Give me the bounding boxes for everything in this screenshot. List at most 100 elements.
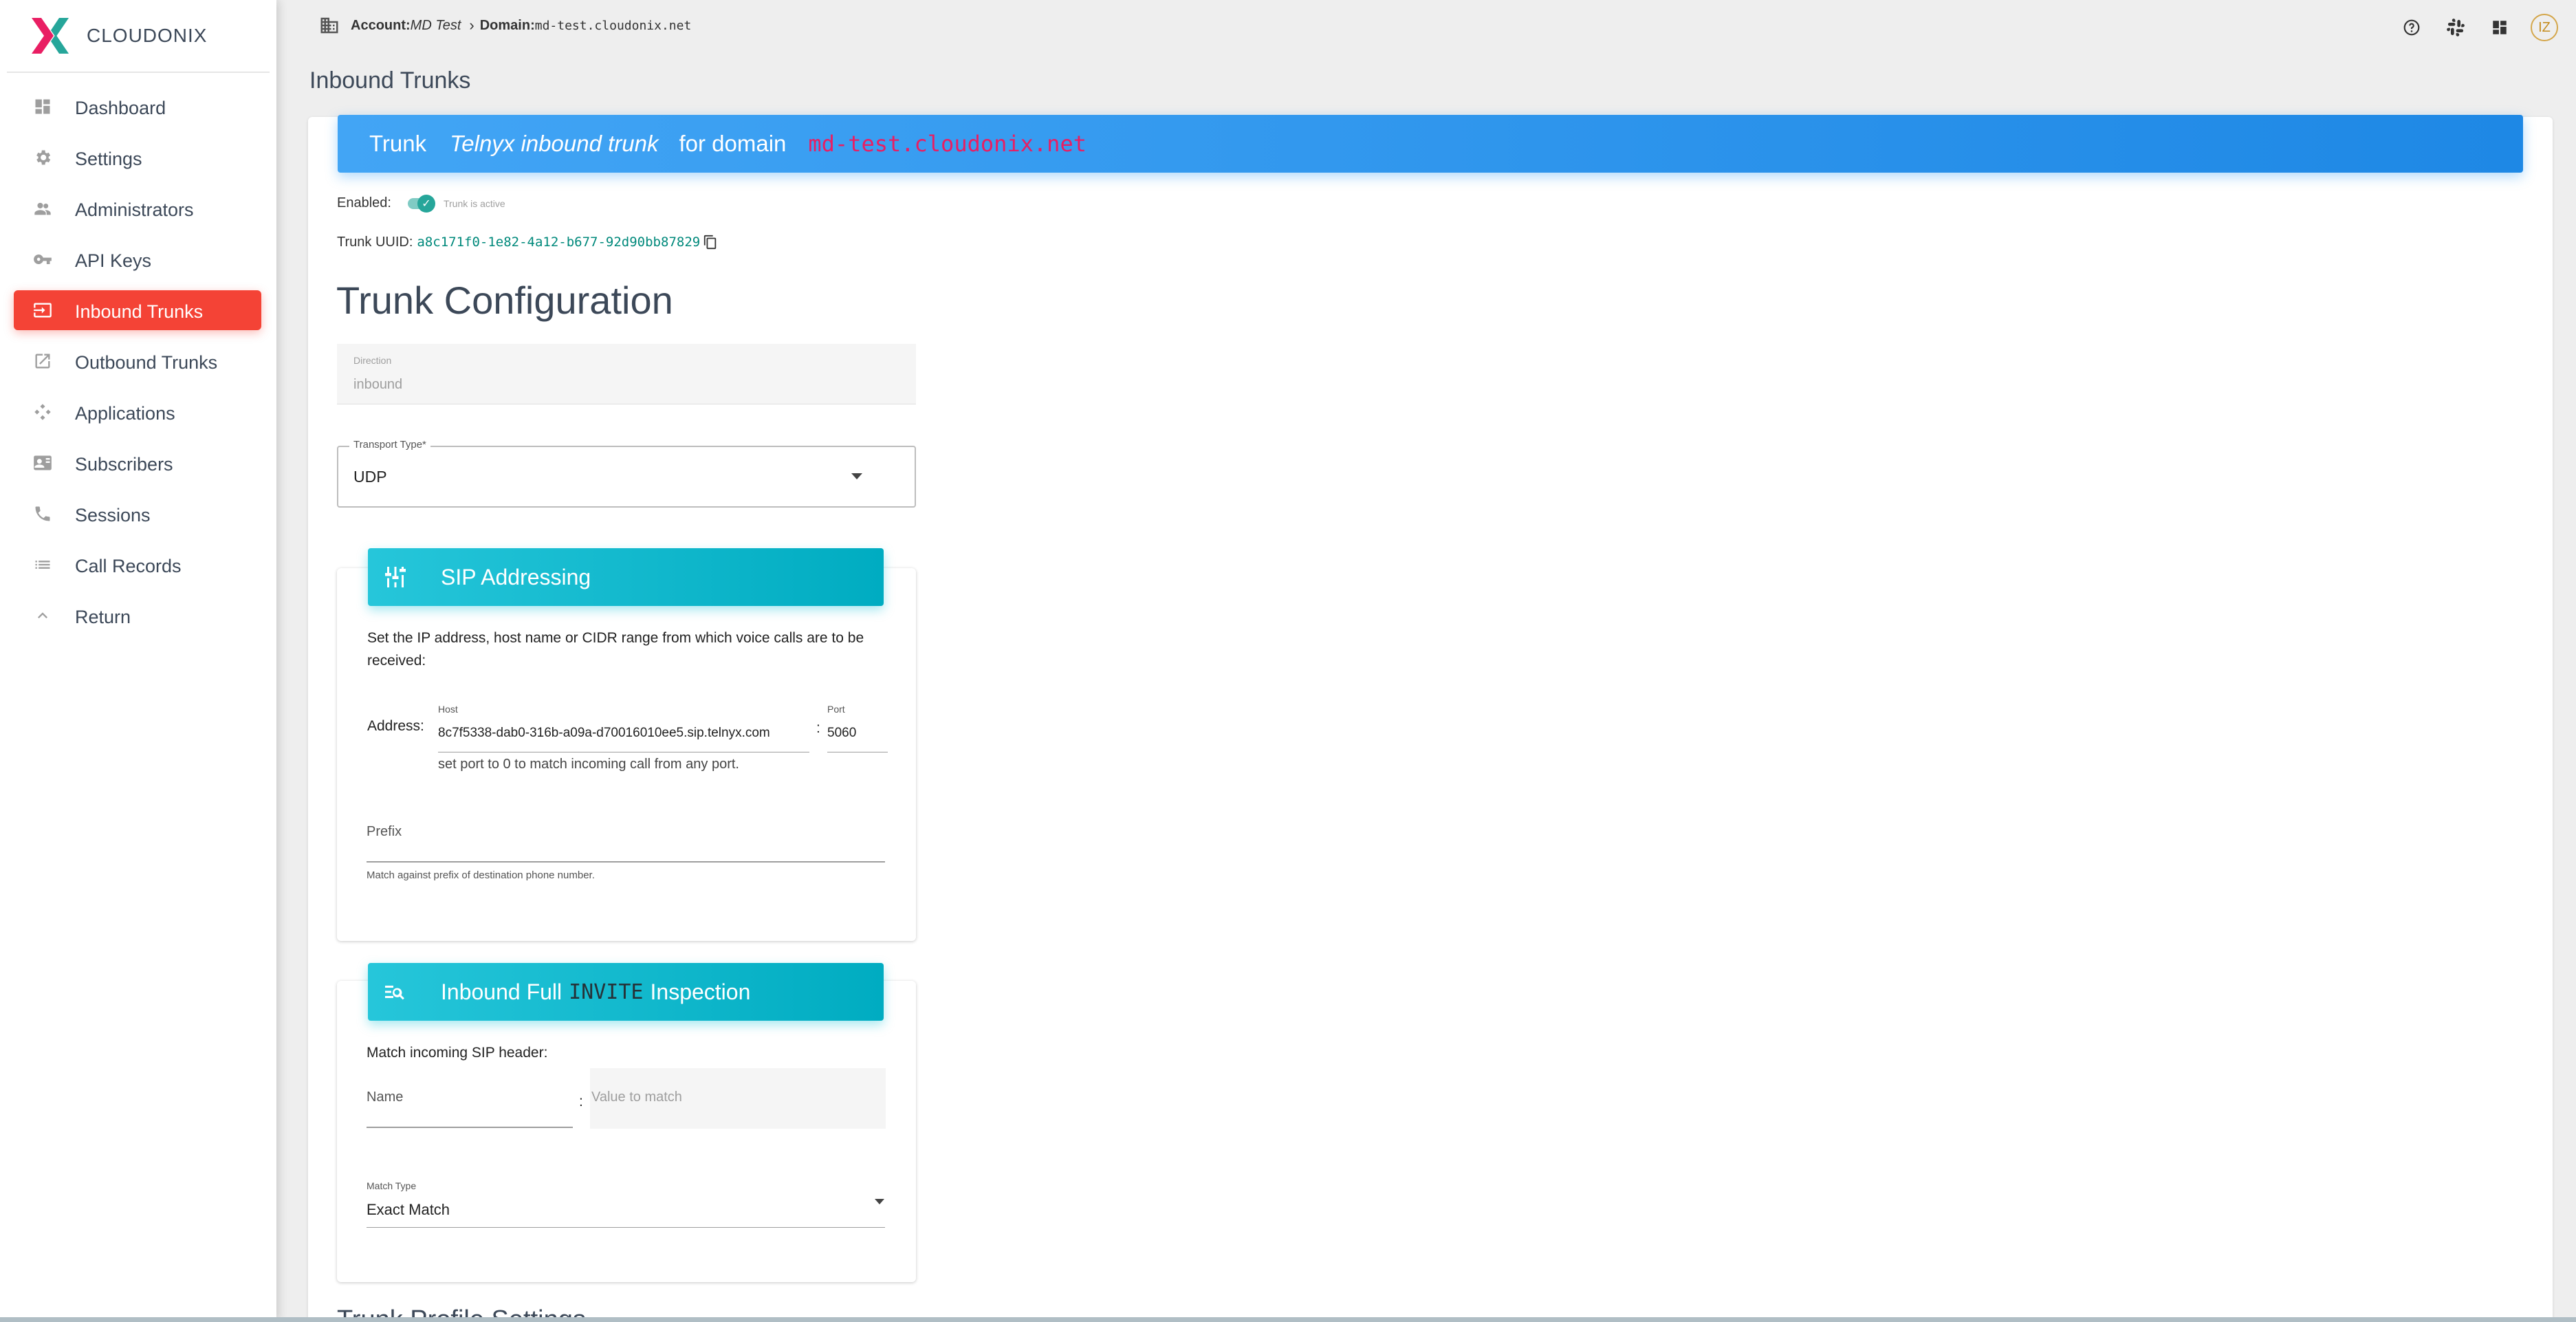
key-icon: [34, 254, 52, 264]
trunk-name: Telnyx inbound trunk: [450, 131, 659, 156]
sip-addressing-header: SIP Addressing: [368, 548, 884, 606]
input-icon: [34, 303, 52, 318]
header-value-placeholder: Value to match: [591, 1090, 682, 1105]
trunk-configuration-title: Trunk Configuration: [336, 279, 673, 322]
transport-type-value: UDP: [353, 468, 387, 486]
sidebar-item-call-records[interactable]: Call Records: [14, 545, 261, 585]
match-type-value: Exact Match: [367, 1201, 450, 1218]
invite-title-start: Inbound Full: [441, 979, 563, 1004]
open-external-icon: [35, 354, 50, 369]
sidebar-item-administrators[interactable]: Administrators: [14, 188, 261, 228]
breadcrumb-domain-name[interactable]: md-test.cloudonix.net: [535, 19, 692, 33]
help-icon[interactable]: [2400, 16, 2423, 39]
check-icon: ✓: [417, 194, 435, 213]
breadcrumb-account-label: Account:: [351, 17, 411, 33]
sidebar-item-applications[interactable]: Applications: [14, 392, 261, 432]
uuid-row: Trunk UUID: a8c171f0-1e82-4a12-b677-92d9…: [337, 234, 718, 250]
sidebar-item-label: Inbound Trunks: [75, 301, 204, 322]
people-icon: [34, 202, 51, 215]
sip-description: Set the IP address, host name or CIDR ra…: [367, 630, 864, 669]
sidebar-item-label: Sessions: [75, 505, 151, 525]
dropdown-arrow-icon: [875, 1199, 884, 1204]
top-bar: Account: MD Test › Domain: md-test.cloud…: [276, 0, 2576, 55]
chevron-up-icon: [38, 612, 47, 618]
sidebar-item-inbound-trunks[interactable]: Inbound Trunks: [14, 290, 261, 330]
chevron-right-icon: ›: [469, 17, 474, 34]
trunk-domain: md-test.cloudonix.net: [808, 131, 1087, 157]
avatar[interactable]: IZ: [2531, 14, 2558, 41]
brand-name: CLOUDONIX: [87, 25, 208, 46]
prefix-help-text: Match against prefix of destination phon…: [367, 869, 595, 881]
sidebar-item-dashboard[interactable]: Dashboard: [14, 87, 261, 127]
port-input[interactable]: 5060: [827, 726, 856, 741]
trunk-header-middle: for domain: [679, 131, 787, 156]
port-label: Port: [827, 704, 845, 715]
page-title: Inbound Trunks: [309, 67, 471, 94]
breadcrumb: Account: MD Test › Domain: md-test.cloud…: [319, 15, 691, 36]
cloudonix-logo-icon: [32, 18, 69, 54]
sip-addressing-title: SIP Addressing: [441, 564, 591, 589]
equalizer-icon: [385, 567, 406, 587]
dropdown-arrow-icon: [851, 473, 862, 479]
sidebar-item-subscribers[interactable]: Subscribers: [14, 443, 261, 483]
invite-title-end: Inspection: [650, 979, 751, 1004]
list-icon: [35, 561, 50, 569]
sidebar-item-label: Settings: [75, 149, 142, 169]
direction-value: inbound: [353, 377, 403, 392]
slack-icon[interactable]: [2444, 16, 2467, 39]
sidebar-item-api-keys[interactable]: API Keys: [14, 239, 261, 279]
direction-label: Direction: [353, 355, 392, 366]
header-name-input[interactable]: [367, 1127, 573, 1128]
host-input[interactable]: 8c7f5338-dab0-316b-a09a-d70016010ee5.sip…: [438, 726, 770, 741]
uuid-value: a8c171f0-1e82-4a12-b677-92d90bb87829: [417, 235, 701, 250]
invite-title-mono: INVITE: [569, 979, 644, 1004]
copy-icon[interactable]: [703, 234, 718, 250]
top-actions: IZ: [2379, 14, 2558, 41]
contact-card-icon: [34, 455, 52, 470]
sidebar-item-return[interactable]: Return: [14, 596, 261, 636]
sidebar-item-label: API Keys: [75, 250, 152, 271]
building-icon: [320, 17, 338, 34]
manage-search-icon: [385, 986, 404, 1000]
sidebar-item-outbound-trunks[interactable]: Outbound Trunks: [14, 341, 261, 381]
invite-inspection-card: [337, 981, 916, 1282]
host-port-separator: :: [816, 720, 820, 736]
direction-field: Direction inbound: [337, 344, 916, 404]
invite-inspection-header: Inbound Full INVITE Inspection: [368, 963, 884, 1021]
breadcrumb-domain-label: Domain:: [479, 17, 535, 33]
sidebar-item-label: Applications: [75, 403, 175, 424]
match-type-label: Match Type: [367, 1180, 417, 1191]
enabled-state-text: Trunk is active: [443, 197, 505, 209]
address-label: Address:: [367, 718, 424, 734]
sidebar-item-sessions[interactable]: Sessions: [14, 494, 261, 534]
name-value-separator: :: [579, 1094, 583, 1109]
breadcrumb-account-name[interactable]: MD Test: [411, 18, 461, 34]
sidebar-item-settings[interactable]: Settings: [14, 138, 261, 177]
sidebar: CLOUDONIX Dashboard Settings Administrat…: [0, 0, 276, 1322]
sidebar-item-label: Subscribers: [75, 454, 173, 475]
uuid-label: Trunk UUID:: [337, 234, 413, 250]
transport-type-select[interactable]: Transport Type* UDP: [337, 439, 916, 508]
diamond-arrows-icon: [34, 404, 51, 420]
trunk-header: Trunk Telnyx inbound trunk for domain md…: [338, 115, 2523, 173]
prefix-input[interactable]: [367, 861, 885, 863]
transport-type-label: Transport Type*: [349, 439, 430, 451]
dashboard-icon: [35, 99, 50, 114]
enabled-toggle[interactable]: ✓: [407, 194, 435, 213]
match-type-select[interactable]: [367, 1227, 885, 1228]
header-name-label: Name: [367, 1090, 404, 1105]
port-help-text: set port to 0 to match incoming call fro…: [438, 757, 739, 772]
sidebar-item-label: Dashboard: [75, 98, 166, 118]
match-header-text: Match incoming SIP header:: [367, 1045, 548, 1061]
widgets-icon[interactable]: [2488, 16, 2511, 39]
brand-row[interactable]: CLOUDONIX: [7, 0, 270, 73]
sip-addressing-card: [337, 568, 916, 941]
gear-icon: [36, 150, 51, 165]
sidebar-item-label: Call Records: [75, 556, 182, 576]
sidebar-item-label: Return: [75, 607, 131, 627]
host-label: Host: [438, 704, 458, 715]
sidebar-item-label: Administrators: [75, 199, 194, 220]
phone-icon: [35, 506, 50, 521]
sidebar-item-label: Outbound Trunks: [75, 352, 218, 373]
sidebar-nav: Dashboard Settings Administrators API Ke…: [14, 87, 261, 647]
